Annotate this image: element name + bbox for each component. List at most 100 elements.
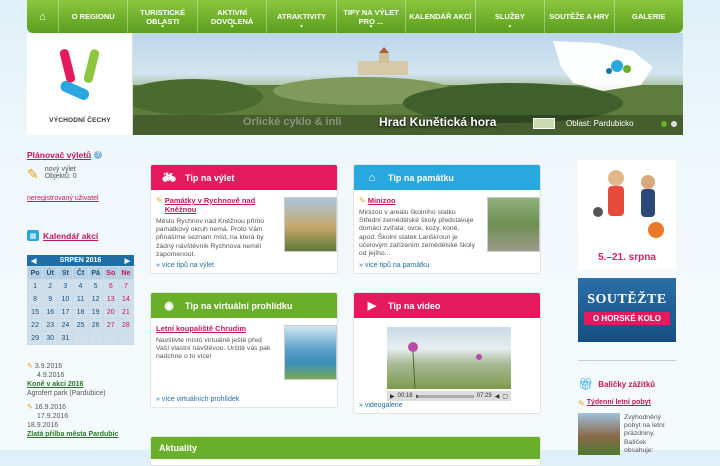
- event-list: ✎ 3.9.2016 4.9.2016 Koně v akci 2016 Agro…: [27, 362, 134, 439]
- calendar-day-header: Čt: [73, 267, 88, 279]
- calendar-day[interactable]: 16: [43, 306, 58, 318]
- prev-month-icon[interactable]: ◀: [31, 257, 36, 265]
- calendar-day[interactable]: 28: [118, 319, 133, 331]
- calendar-day[interactable]: 18: [73, 306, 88, 318]
- more-monuments-link[interactable]: » více tipů na památku: [359, 262, 429, 269]
- calendar-day[interactable]: 19: [88, 306, 103, 318]
- card-link[interactable]: Minizoo: [368, 196, 396, 205]
- experience-packages: 🎁︎ Balíčky zážitků ✎ Týdenní letní pobyt …: [578, 360, 676, 455]
- mini-calendar: ◀ SRPEN 2016 ▶ Po Út St Čt Pá So Ne 1 2 3 4 5 6 7 8 9 10…: [27, 255, 134, 345]
- calendar-day[interactable]: 15: [28, 306, 43, 318]
- home-icon[interactable]: ⌂: [27, 0, 59, 33]
- nav-turisticke-oblasti[interactable]: TURISTICKÉ OBLASTI ▼: [128, 0, 198, 33]
- calendar-day[interactable]: 23: [43, 319, 58, 331]
- card-monument-tip: ⌂ Tip na památku ✎ Minizoo Minizoo v areá…: [353, 164, 541, 274]
- planner-title[interactable]: Plánovač výletů: [27, 150, 91, 160]
- calendar-day[interactable]: 12: [88, 293, 103, 305]
- nav-sluzby[interactable]: SLUŽBY ▼: [476, 0, 546, 33]
- map-thumbnail-icon[interactable]: [533, 118, 555, 129]
- nav-kalendar-akci[interactable]: KALENDÁŘ AKCÍ: [406, 0, 476, 33]
- packages-title[interactable]: Balíčky zážitků: [598, 380, 655, 389]
- card-photo[interactable]: [284, 197, 337, 252]
- event-date-mid: 17.9.2016: [37, 413, 69, 420]
- nav-o-regionu[interactable]: O REGIONU: [59, 0, 129, 33]
- video-progress-bar[interactable]: [415, 394, 474, 398]
- video-player[interactable]: [387, 327, 511, 390]
- event-title[interactable]: Zlatá přilba města Pardubic: [27, 430, 134, 439]
- card-header-title: Tip na virtuální prohlídku: [185, 300, 293, 311]
- calendar-day[interactable]: 25: [73, 319, 88, 331]
- package-photo[interactable]: [578, 413, 620, 455]
- calendar-day[interactable]: 4: [73, 280, 88, 292]
- nav-aktivni-dovolena[interactable]: AKTIVNÍ DOVOLENÁ ▼: [198, 0, 268, 33]
- nav-atraktivity[interactable]: ATRAKTIVITY ▼: [267, 0, 337, 33]
- card-header[interactable]: ⌂ Tip na památku: [354, 165, 540, 190]
- calendar-day[interactable]: 21: [118, 306, 133, 318]
- pencil-icon: ✎: [27, 363, 33, 370]
- event-place: Agrofert park (Pardubice): [27, 390, 106, 397]
- promo-olympics-banner[interactable]: 5.–21. srpna: [578, 160, 676, 270]
- chevron-down-icon: ▼: [299, 24, 305, 30]
- help-icon[interactable]: ?: [94, 151, 103, 159]
- volume-icon[interactable]: ◀: [495, 393, 500, 400]
- play-icon[interactable]: ▶: [390, 393, 395, 400]
- calendar-empty-cell: [88, 332, 103, 344]
- event-title[interactable]: Koně v akci 2016: [27, 380, 134, 389]
- planner-new-trip[interactable]: nový výlet: [45, 166, 77, 173]
- site-logo[interactable]: VÝCHODNÍ ČECHY: [27, 33, 133, 135]
- hero-banner[interactable]: Orlické cyklo & inli Hrad Kunětická hora…: [133, 33, 683, 135]
- event-date-end: 18.9.2016: [27, 422, 59, 429]
- calendar-day[interactable]: 10: [58, 293, 73, 305]
- calendar-day[interactable]: 11: [73, 293, 88, 305]
- calendar-day[interactable]: 13: [103, 293, 118, 305]
- banner-region: Oblast: Pardubicko: [566, 119, 634, 128]
- nav-souteze-a-hry[interactable]: SOUTĚŽE A HRY: [545, 0, 615, 33]
- more-virtual-tours-link[interactable]: » více virtuálních prohlídek: [156, 396, 239, 403]
- calendar-day[interactable]: 30: [43, 332, 58, 344]
- calendar-day[interactable]: 20: [103, 306, 118, 318]
- calendar-day[interactable]: 6: [103, 280, 118, 292]
- calendar-header: ◀ SRPEN 2016 ▶: [27, 255, 134, 266]
- calendar-day[interactable]: 9: [43, 293, 58, 305]
- calendar-day[interactable]: 8: [28, 293, 43, 305]
- calendar-day[interactable]: 14: [118, 293, 133, 305]
- banner-title[interactable]: Hrad Kunětická hora: [379, 115, 496, 129]
- card-photo[interactable]: [284, 325, 337, 380]
- calendar-day[interactable]: 29: [28, 332, 43, 344]
- card-header[interactable]: 🚲︎ Tip na výlet: [151, 165, 337, 190]
- nav-tipy-na-vylet[interactable]: TIPY NA VÝLET PRO ... ▼: [337, 0, 407, 33]
- calendar-day[interactable]: 1: [28, 280, 43, 292]
- calendar-day[interactable]: 27: [103, 319, 118, 331]
- calendar-day[interactable]: 2: [43, 280, 58, 292]
- calendar-day[interactable]: 22: [28, 319, 43, 331]
- video-gallery-link[interactable]: » videogalerie: [359, 402, 403, 409]
- calendar-day[interactable]: 31: [58, 332, 73, 344]
- card-photo[interactable]: [487, 197, 540, 252]
- calendar-day[interactable]: 26: [88, 319, 103, 331]
- main-nav: ⌂ O REGIONU TURISTICKÉ OBLASTI ▼ AKTIVNÍ …: [27, 0, 683, 33]
- card-header[interactable]: ▶ Tip na video: [354, 293, 540, 318]
- calendar-day[interactable]: 17: [58, 306, 73, 318]
- card-header[interactable]: Aktuality: [151, 437, 540, 459]
- slide-dot[interactable]: [671, 121, 677, 127]
- calendar-day[interactable]: 7: [118, 280, 133, 292]
- calendar-title[interactable]: Kalendář akcí: [43, 231, 98, 241]
- calendar-day[interactable]: 24: [58, 319, 73, 331]
- contest-banner[interactable]: SOUTĚŽTE O HORSKÉ KOLO: [578, 278, 676, 342]
- calendar-empty-cell: [73, 332, 88, 344]
- logo-mark-icon: [59, 49, 100, 100]
- more-trips-link[interactable]: » více tipů na výlet: [156, 262, 214, 269]
- card-link[interactable]: Památky v Rychnově nad Kněžnou: [165, 196, 274, 214]
- unregistered-user-link[interactable]: neregistrovaný uživatel: [27, 195, 134, 202]
- card-header-title: Aktuality: [159, 443, 198, 453]
- next-month-icon[interactable]: ▶: [125, 257, 130, 265]
- fullscreen-icon[interactable]: ▢: [502, 393, 508, 400]
- card-header[interactable]: ◉ Tip na virtuální prohlídku: [151, 293, 337, 318]
- card-video-tip: ▶ Tip na video ▶ 00:18 07:29 ◀ ▢ » video…: [353, 292, 541, 414]
- package-link[interactable]: Týdenní letní pobyt: [587, 399, 651, 408]
- calendar-day[interactable]: 3: [58, 280, 73, 292]
- card-link[interactable]: Letní koupaliště Chrudim: [156, 324, 274, 333]
- nav-galerie[interactable]: GALERIE: [615, 0, 683, 33]
- slide-dot-active[interactable]: [661, 121, 667, 127]
- calendar-day[interactable]: 5: [88, 280, 103, 292]
